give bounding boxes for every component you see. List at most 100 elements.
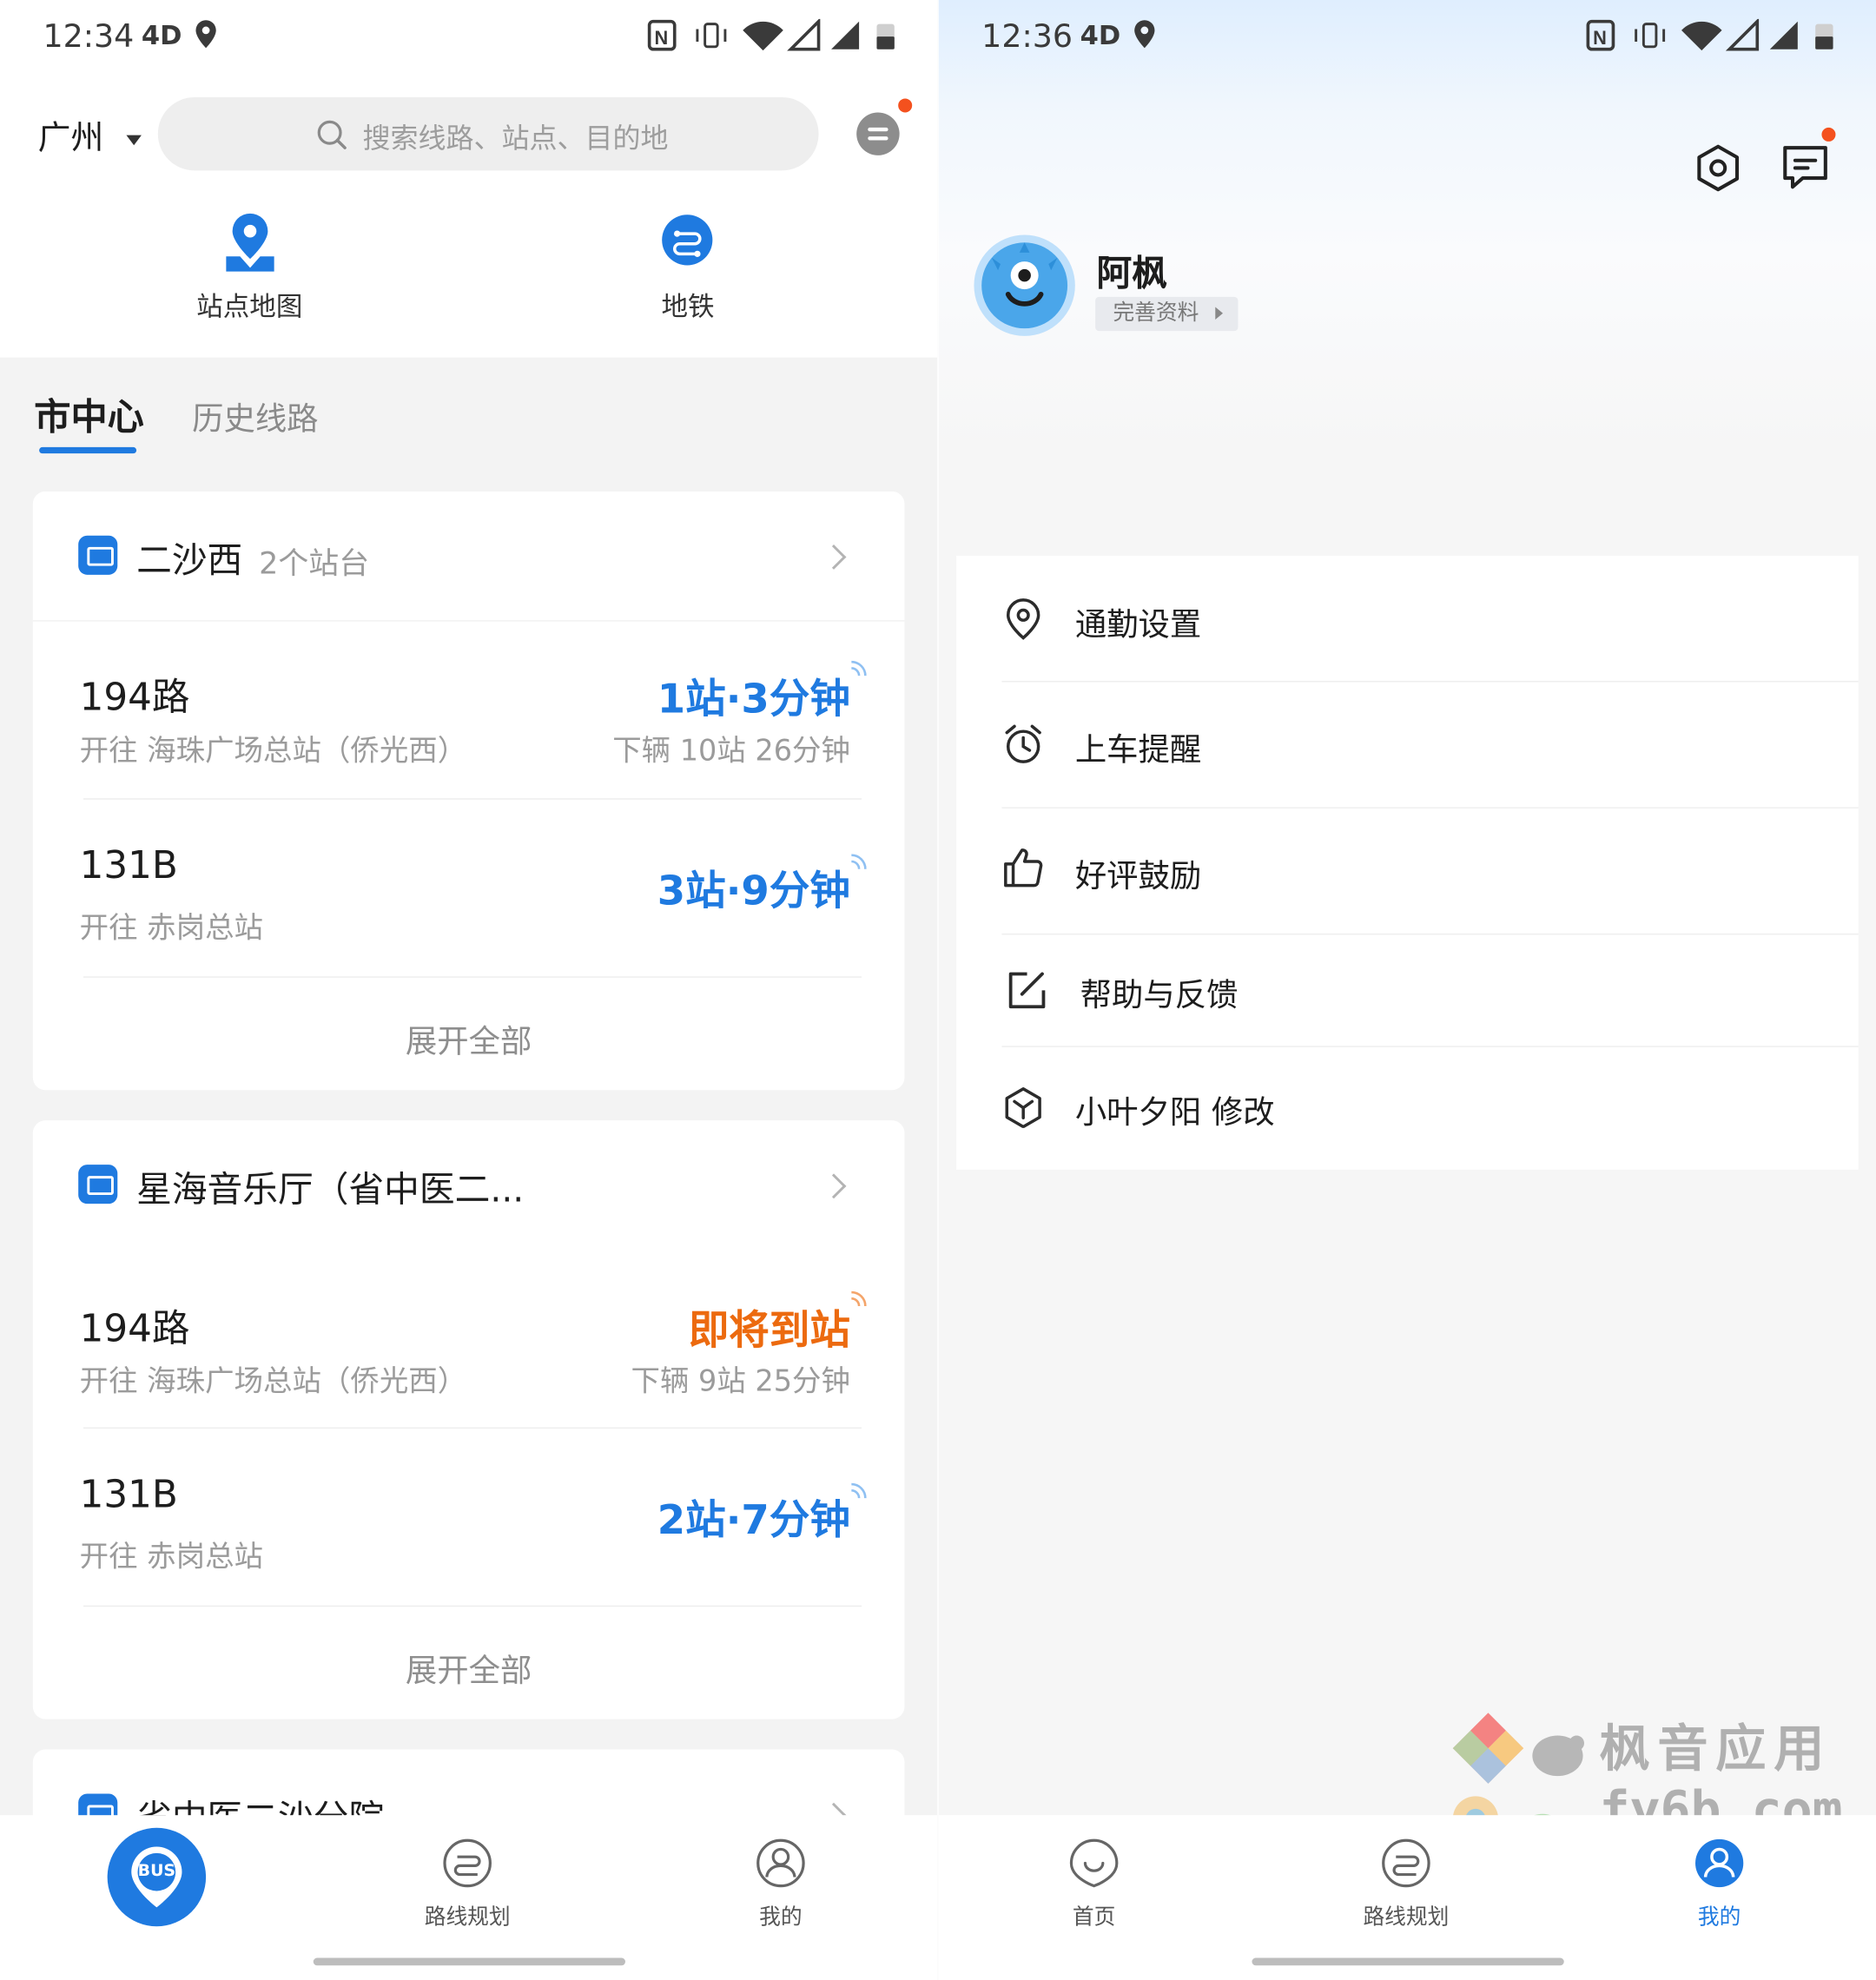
network-4d-icon: 4D <box>1080 20 1121 51</box>
realtime-signal-icon <box>851 854 867 869</box>
tab-history-routes[interactable]: 历史线路 <box>192 394 318 439</box>
home-smile-icon <box>1069 1838 1119 1888</box>
city-selector[interactable]: 广州 <box>38 112 142 159</box>
location-status-icon <box>195 20 216 49</box>
route-direction: 开往 赤岗总站 <box>79 912 264 946</box>
realtime-signal-icon <box>851 1482 867 1499</box>
route-number: 131B <box>79 843 178 888</box>
menu-item-commute-settings[interactable]: 通勤设置 <box>956 556 1859 681</box>
arrival-eta: 3站·9分钟 <box>657 866 850 915</box>
cube-icon <box>1005 1087 1041 1128</box>
user-profile-icon <box>1695 1838 1744 1888</box>
caret-right-icon <box>1215 307 1224 320</box>
station-name: 星海音乐厅（省中医二... <box>136 1168 525 1211</box>
location-status-icon <box>1134 20 1155 49</box>
location-pin-icon <box>1006 598 1040 640</box>
station-map-entry[interactable]: 站点地图 <box>177 208 322 328</box>
route-row[interactable]: 131B 开往 赤岗总站 3站·9分钟 <box>33 800 905 977</box>
tab-mine[interactable]: 我的 <box>705 1833 857 1947</box>
subway-entry[interactable]: 地铁 <box>615 208 760 328</box>
user-profile-icon <box>756 1838 805 1888</box>
route-direction: 开往 海珠广场总站（侨光西） <box>79 1365 467 1399</box>
status-time: 12:34 <box>43 17 135 55</box>
complete-profile-button[interactable]: 完善资料 <box>1095 296 1239 332</box>
tab-route-planning[interactable]: 路线规划 <box>392 1833 544 1947</box>
alarm-clock-icon <box>1005 724 1041 763</box>
tab-label: 首页 <box>1072 1904 1116 1930</box>
search-bar[interactable]: 搜索线路、站点、目的地 <box>157 97 819 171</box>
system-status-icons: N <box>647 18 895 51</box>
menu-item-help-feedback[interactable]: 帮助与反馈 <box>956 934 1859 1046</box>
station-header[interactable]: 省中医二沙分院 <box>33 1750 905 1839</box>
station-card: 二沙西 2个站台 194路 开往 海珠广场总站（侨光西） 1站·3分钟 下辆 1… <box>32 491 905 1091</box>
bus-badge-text: BUS <box>137 1862 176 1881</box>
tab-label: 我的 <box>1697 1904 1741 1930</box>
route-number: 131B <box>79 1473 178 1517</box>
station-card: 星海音乐厅（省中医二... 194路 开往 海珠广场总站（侨光西） 即将到站 下… <box>32 1120 905 1719</box>
chat-bubble-icon <box>856 112 900 155</box>
menu-label: 帮助与反馈 <box>1080 976 1239 1013</box>
menu-item-credits[interactable]: 小叶夕阳 修改 <box>956 1047 1859 1170</box>
user-name: 阿枫 <box>1096 252 1168 294</box>
route-row[interactable]: 131B 开往 赤岗总站 2站·7分钟 <box>33 1429 905 1606</box>
next-bus-info: 下辆 9站 25分钟 <box>631 1365 850 1399</box>
svg-text:N: N <box>1593 27 1607 49</box>
route-number: 194路 <box>79 1307 190 1352</box>
message-button[interactable] <box>1780 127 1836 193</box>
complete-profile-label: 完善资料 <box>1113 300 1199 327</box>
bottom-tab-bar: BUS 路线规划 我的 <box>0 1815 938 1980</box>
tab-home[interactable]: 首页 <box>1018 1833 1170 1947</box>
menu-item-boarding-reminder[interactable]: 上车提醒 <box>956 682 1859 807</box>
city-name: 广州 <box>37 120 104 158</box>
monster-avatar-icon <box>981 242 1068 329</box>
search-icon <box>317 120 347 149</box>
map-pin-icon <box>226 213 274 272</box>
route-direction: 开往 海珠广场总站（侨光西） <box>79 735 467 769</box>
station-platform-count: 2个站台 <box>259 545 370 582</box>
message-button[interactable] <box>854 98 913 158</box>
arrival-eta: 2站·7分钟 <box>657 1495 850 1544</box>
tab-label: 路线规划 <box>1363 1904 1450 1930</box>
tab-route-planning[interactable]: 路线规划 <box>1331 1833 1483 1947</box>
menu-label: 通勤设置 <box>1074 606 1202 644</box>
route-planning-icon <box>443 1838 492 1888</box>
route-direction: 开往 赤岗总站 <box>79 1541 264 1574</box>
feedback-edit-icon <box>1008 972 1046 1009</box>
expand-all-button[interactable]: 展开全部 <box>33 1017 905 1062</box>
realtime-signal-icon <box>851 1290 867 1307</box>
profile-screen: 12:36 4D N 阿枫 完善资料 通勤设置 上车提醒 好评鼓励 帮助与反馈 … <box>938 0 1876 1980</box>
menu-label: 上车提醒 <box>1074 731 1202 769</box>
avatar[interactable] <box>974 234 1075 336</box>
menu-label: 小叶夕阳 修改 <box>1074 1093 1275 1131</box>
realtime-signal-icon <box>851 660 867 676</box>
tab-label: 我的 <box>759 1904 803 1930</box>
tab-mine-active[interactable]: 我的 <box>1643 1833 1795 1947</box>
svg-text:N: N <box>654 27 668 49</box>
bus-home-tab[interactable]: BUS <box>107 1827 207 1927</box>
network-4d-icon: 4D <box>141 20 182 51</box>
chevron-right-icon <box>821 544 847 570</box>
gesture-home-bar[interactable] <box>1252 1957 1564 1966</box>
route-row[interactable]: 194路 开往 海珠广场总站（侨光西） 即将到站 下辆 9站 25分钟 <box>33 1251 905 1428</box>
bus-stop-icon <box>78 535 118 575</box>
menu-item-rate-us[interactable]: 好评鼓励 <box>956 808 1859 934</box>
thumbs-up-icon <box>1004 848 1043 888</box>
arrival-eta: 1站·3分钟 <box>657 674 850 723</box>
message-bubble-icon <box>1783 146 1827 189</box>
search-placeholder: 搜索线路、站点、目的地 <box>362 123 669 155</box>
station-header[interactable]: 二沙西 2个站台 <box>33 492 905 620</box>
next-bus-info: 下辆 10站 26分钟 <box>612 735 850 769</box>
route-row[interactable]: 194路 开往 海珠广场总站（侨光西） 1站·3分钟 下辆 10站 26分钟 <box>33 622 905 799</box>
station-map-label: 站点地图 <box>196 292 303 322</box>
bus-home-screen: 12:34 4D N 广州 搜索线路、站点、目的地 站点地图 地铁 市中心 历史… <box>0 0 938 1980</box>
system-status-icons: N <box>1586 18 1833 51</box>
tab-active-indicator <box>39 446 137 454</box>
gesture-home-bar[interactable] <box>313 1957 626 1966</box>
route-number: 194路 <box>79 676 190 721</box>
station-name: 二沙西 <box>136 539 243 582</box>
station-header[interactable]: 星海音乐厅（省中医二... <box>33 1120 905 1249</box>
tab-city-center[interactable]: 市中心 <box>34 388 144 441</box>
route-planning-icon <box>1382 1838 1430 1888</box>
expand-all-button[interactable]: 展开全部 <box>33 1646 905 1691</box>
settings-gear-icon[interactable] <box>1693 142 1743 193</box>
